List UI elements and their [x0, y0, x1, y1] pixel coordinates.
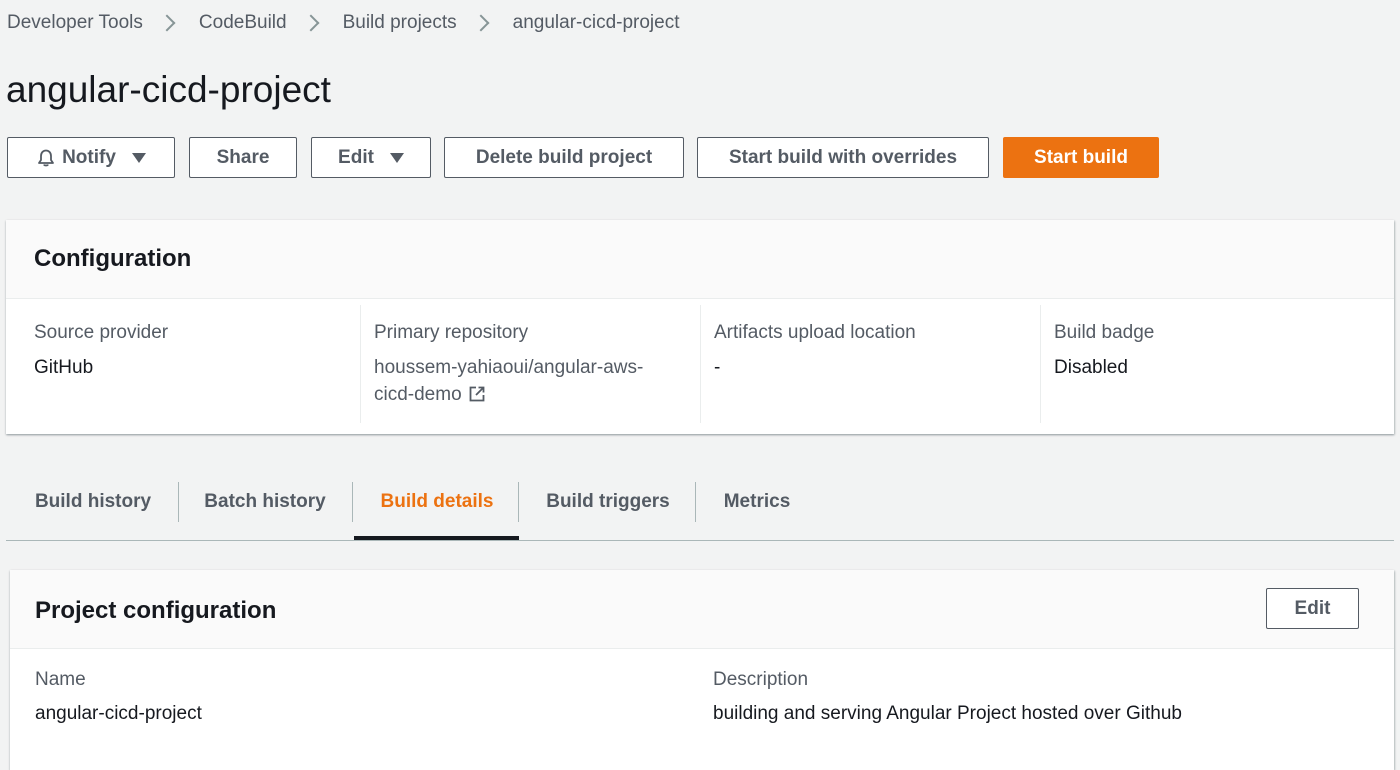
field-label: Primary repository	[374, 322, 529, 343]
tab-bar: Build history Batch history Build detail…	[6, 478, 1394, 541]
share-button[interactable]: Share	[189, 137, 297, 178]
start-build-button[interactable]: Start build	[1003, 137, 1159, 178]
chevron-right-icon	[302, 14, 320, 32]
project-configuration-panel: Project configuration Edit Name angular-…	[10, 570, 1394, 770]
project-configuration-edit-button[interactable]: Edit	[1266, 588, 1359, 629]
caret-down-icon	[389, 152, 404, 163]
field-value: Disabled	[1054, 357, 1128, 378]
notify-button[interactable]: Notify	[7, 137, 175, 178]
field-value: angular-cicd-project	[35, 703, 202, 724]
field-label: Source provider	[34, 322, 169, 343]
field-value: building and serving Angular Project hos…	[713, 703, 1182, 724]
field-label: Description	[713, 669, 809, 690]
chevron-right-icon	[158, 14, 176, 32]
repository-link-line1[interactable]: houssem-yahiaoui/angular-aws-	[374, 354, 700, 381]
build-badge-field: Build badge Disabled	[1040, 305, 1394, 423]
start-build-with-overrides-button[interactable]: Start build with overrides	[697, 137, 989, 178]
edit-menu-button[interactable]: Edit	[311, 137, 431, 178]
source-provider-field: Source provider GitHub	[7, 305, 360, 423]
project-configuration-title: Project configuration	[35, 597, 277, 624]
breadcrumb-codebuild[interactable]: CodeBuild	[199, 12, 287, 34]
repository-link-line2[interactable]: cicd-demo	[374, 381, 700, 408]
tab-batch-history[interactable]: Batch history	[186, 480, 344, 524]
delete-build-project-button[interactable]: Delete build project	[444, 137, 684, 178]
repository-link[interactable]: houssem-yahiaoui/angular-aws- cicd-demo	[374, 354, 700, 408]
tab-divider	[695, 482, 696, 522]
tab-build-details[interactable]: Build details	[358, 480, 516, 524]
project-name-field: Name angular-cicd-project	[35, 668, 202, 727]
primary-repository-field: Primary repository houssem-yahiaoui/angu…	[360, 305, 700, 423]
project-configuration-header: Project configuration Edit	[10, 570, 1394, 649]
configuration-header: Configuration	[6, 220, 1394, 299]
field-label: Name	[35, 669, 86, 690]
tab-divider	[178, 482, 179, 522]
bell-icon	[38, 149, 54, 166]
active-tab-indicator	[354, 536, 519, 540]
configuration-title: Configuration	[34, 245, 192, 272]
field-value: GitHub	[34, 357, 94, 378]
caret-down-icon	[131, 152, 146, 163]
project-description-field: Description building and serving Angular…	[713, 668, 1182, 727]
start-build-label: Start build	[1034, 146, 1128, 168]
tab-divider	[352, 482, 353, 522]
share-label: Share	[216, 146, 270, 168]
tab-divider	[518, 482, 519, 522]
field-value: -	[714, 357, 721, 378]
breadcrumb-build-projects[interactable]: Build projects	[343, 12, 457, 34]
artifacts-upload-location-field: Artifacts upload location -	[700, 305, 1040, 423]
tab-build-triggers[interactable]: Build triggers	[524, 480, 692, 524]
tab-build-history[interactable]: Build history	[12, 480, 174, 524]
breadcrumb-developer-tools[interactable]: Developer Tools	[7, 12, 143, 34]
external-link-icon	[469, 386, 485, 402]
breadcrumb-current: angular-cicd-project	[512, 12, 680, 33]
repository-link-text[interactable]: cicd-demo	[374, 384, 462, 405]
tab-metrics[interactable]: Metrics	[700, 480, 814, 524]
field-label: Artifacts upload location	[714, 322, 916, 343]
edit-label: Edit	[338, 146, 374, 168]
chevron-right-icon	[472, 14, 490, 32]
start-overrides-label: Start build with overrides	[728, 146, 958, 168]
page-title: angular-cicd-project	[6, 69, 331, 110]
breadcrumb: Developer Tools CodeBuild Build projects…	[7, 12, 680, 34]
notify-label: Notify	[62, 146, 116, 168]
field-label: Build badge	[1054, 322, 1155, 343]
delete-label: Delete build project	[475, 146, 653, 168]
